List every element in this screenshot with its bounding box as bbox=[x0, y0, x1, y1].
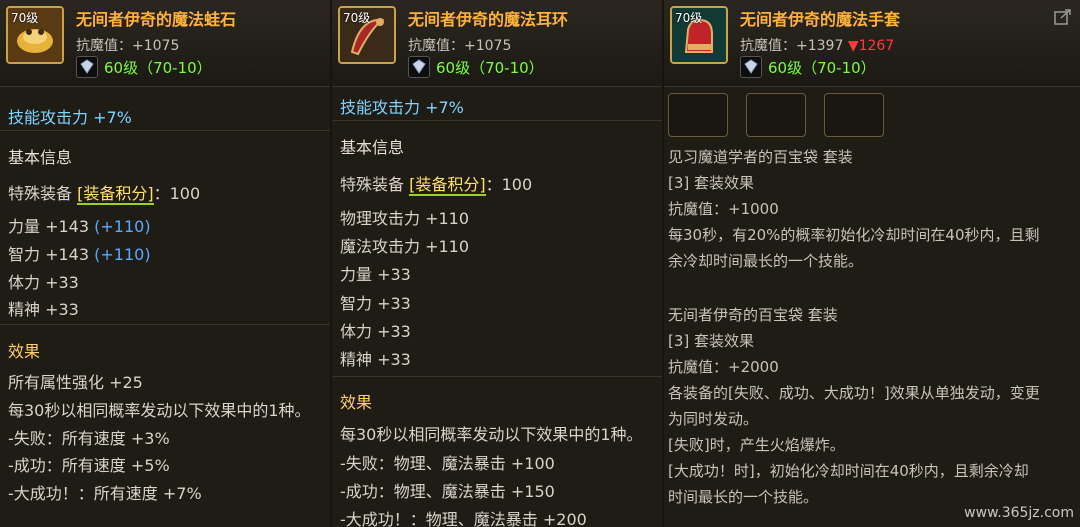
set-effect-line: 抗魔值：+1000 bbox=[668, 200, 779, 218]
item-icon[interactable]: 70级 bbox=[670, 6, 728, 64]
level-requirement: 60级（70-10） bbox=[408, 56, 544, 78]
item-tooltip-frog-stone: 70级 无间者伊奇的魔法蛙石 抗魔值：+1075 60级（70-10） 技能攻击… bbox=[0, 0, 330, 527]
stat-line: 精神 +33 bbox=[8, 300, 79, 319]
divider bbox=[0, 324, 330, 325]
effect-line: -失败：物理、魔法暴击 +100 bbox=[340, 454, 555, 473]
effect-line: -成功：所有速度 +5% bbox=[8, 456, 170, 475]
stat-line: 体力 +33 bbox=[8, 273, 79, 292]
effect-line: 每30秒以相同概率发动以下效果中的1种。 bbox=[8, 401, 311, 420]
stat-line: 智力 +143 (+110) bbox=[8, 241, 151, 265]
level-requirement-text: 60级（70-10） bbox=[104, 58, 212, 77]
share-icon[interactable] bbox=[1054, 8, 1072, 26]
stat-line: 精神 +33 bbox=[340, 350, 411, 369]
set-effect-line: [大成功！时]，初始化冷却时间在40秒内，且剩余冷却 bbox=[668, 462, 1029, 480]
item-tooltip-earring: 70级 无间者伊奇的魔法耳环 抗魔值：+1075 60级（70-10） 技能攻击… bbox=[332, 0, 662, 527]
item-tooltip-gloves: 70级 无间者伊奇的魔法手套 抗魔值：+1397 ▼1267 60级（70-10… bbox=[664, 0, 1080, 527]
skill-attack-line: 技能攻击力 +7% bbox=[340, 98, 464, 117]
item-name: 无间者伊奇的魔法耳环 bbox=[408, 10, 569, 29]
watermark: www.365jz.com bbox=[964, 505, 1074, 521]
effect-header: 效果 bbox=[8, 342, 41, 361]
set-name: 无间者伊奇的百宝袋 套装 bbox=[668, 306, 838, 324]
item-icon[interactable]: 70级 bbox=[338, 6, 396, 64]
stat-line: 力量 +33 bbox=[340, 265, 411, 284]
resist-compare-drop: ▼1267 bbox=[847, 38, 895, 54]
item-level-badge: 70级 bbox=[675, 11, 703, 25]
magic-resist: 抗魔值：+1075 bbox=[408, 38, 512, 54]
tooltip-header: 70级 无间者伊奇的魔法手套 抗魔值：+1397 ▼1267 60级（70-10… bbox=[664, 0, 1080, 87]
item-level-badge: 70级 bbox=[11, 11, 39, 25]
magic-resist: 抗魔值：+1397 ▼1267 bbox=[740, 35, 894, 55]
basic-info-header: 基本信息 bbox=[8, 148, 73, 167]
tooltip-header: 70级 无间者伊奇的魔法蛙石 抗魔值：+1075 60级（70-10） bbox=[0, 0, 330, 87]
stat-line: 物理攻击力 +110 bbox=[340, 209, 470, 228]
stat-line: 力量 +143 (+110) bbox=[8, 213, 151, 237]
equip-score-link[interactable]: [装备积分] bbox=[409, 175, 486, 196]
set-effect-line: 为同时发动。 bbox=[668, 410, 759, 428]
level-requirement: 60级（70-10） bbox=[740, 56, 876, 78]
special-equip-line: 特殊装备 [装备积分]：100 bbox=[340, 171, 533, 196]
stat-line: 智力 +33 bbox=[340, 294, 411, 313]
item-name: 无间者伊奇的魔法蛙石 bbox=[76, 10, 237, 29]
set-effect-line: 抗魔值：+2000 bbox=[668, 358, 779, 376]
level-requirement-text: 60级（70-10） bbox=[436, 58, 544, 77]
divider bbox=[0, 130, 330, 131]
effect-line: 每30秒以相同概率发动以下效果中的1种。 bbox=[340, 425, 643, 444]
special-equip-label: 特殊装备 bbox=[8, 184, 73, 203]
special-equip-line: 特殊装备 [装备积分]：100 bbox=[8, 180, 201, 205]
set-name: 见习魔道学者的百宝袋 套装 bbox=[668, 148, 853, 166]
divider bbox=[332, 120, 662, 121]
magic-resist: 抗魔值：+1075 bbox=[76, 38, 180, 54]
set-effect-line: 各装备的[失败、成功、大成功！]效果从单独发动，变更 bbox=[668, 384, 1040, 402]
stat-bonus: (+110) bbox=[94, 217, 151, 236]
effect-header: 效果 bbox=[340, 393, 373, 412]
stat-line: 魔法攻击力 +110 bbox=[340, 237, 470, 256]
set-effect-line: [失败]时，产生火焰爆炸。 bbox=[668, 436, 845, 454]
set-piece-slot[interactable] bbox=[668, 93, 728, 137]
set-effect-line: 余冷却时间最长的一个技能。 bbox=[668, 252, 864, 270]
set-effect-header: [3] 套装效果 bbox=[668, 174, 755, 192]
equip-score-value: ：100 bbox=[485, 175, 533, 194]
divider bbox=[332, 376, 662, 377]
tooltip-header: 70级 无间者伊奇的魔法耳环 抗魔值：+1075 60级（70-10） bbox=[332, 0, 662, 87]
set-effect-header: [3] 套装效果 bbox=[668, 332, 755, 350]
item-name: 无间者伊奇的魔法手套 bbox=[740, 10, 901, 29]
equip-score-link[interactable]: [装备积分] bbox=[77, 184, 154, 205]
stat-bonus: (+110) bbox=[94, 245, 151, 264]
stat-line: 体力 +33 bbox=[340, 322, 411, 341]
set-effect-line: 每30秒，有20%的概率初始化冷却时间在40秒内，且剩 bbox=[668, 226, 1040, 244]
effect-line: -大成功！：所有速度 +7% bbox=[8, 484, 202, 503]
skill-attack-line: 技能攻击力 +7% bbox=[8, 108, 132, 127]
level-requirement: 60级（70-10） bbox=[76, 56, 212, 78]
effect-line: -成功：物理、魔法暴击 +150 bbox=[340, 482, 555, 501]
level-requirement-text: 60级（70-10） bbox=[768, 58, 876, 77]
stat-text: 智力 +143 bbox=[8, 245, 90, 264]
set-piece-slot[interactable] bbox=[746, 93, 806, 137]
effect-line: -失败：所有速度 +3% bbox=[8, 429, 170, 448]
set-effect-line: 时间最长的一个技能。 bbox=[668, 488, 819, 506]
diamond-icon bbox=[740, 56, 762, 78]
magic-resist-value: 抗魔值：+1397 bbox=[740, 38, 844, 54]
diamond-icon bbox=[408, 56, 430, 78]
effect-line: -大成功！：物理、魔法暴击 +200 bbox=[340, 510, 587, 527]
diamond-icon bbox=[76, 56, 98, 78]
stat-text: 力量 +143 bbox=[8, 217, 90, 236]
set-piece-slot[interactable] bbox=[824, 93, 884, 137]
item-icon[interactable]: 70级 bbox=[6, 6, 64, 64]
item-level-badge: 70级 bbox=[343, 11, 371, 25]
equip-score-value: ：100 bbox=[153, 184, 201, 203]
special-equip-label: 特殊装备 bbox=[340, 175, 405, 194]
effect-line: 所有属性强化 +25 bbox=[8, 373, 143, 392]
basic-info-header: 基本信息 bbox=[340, 138, 405, 157]
